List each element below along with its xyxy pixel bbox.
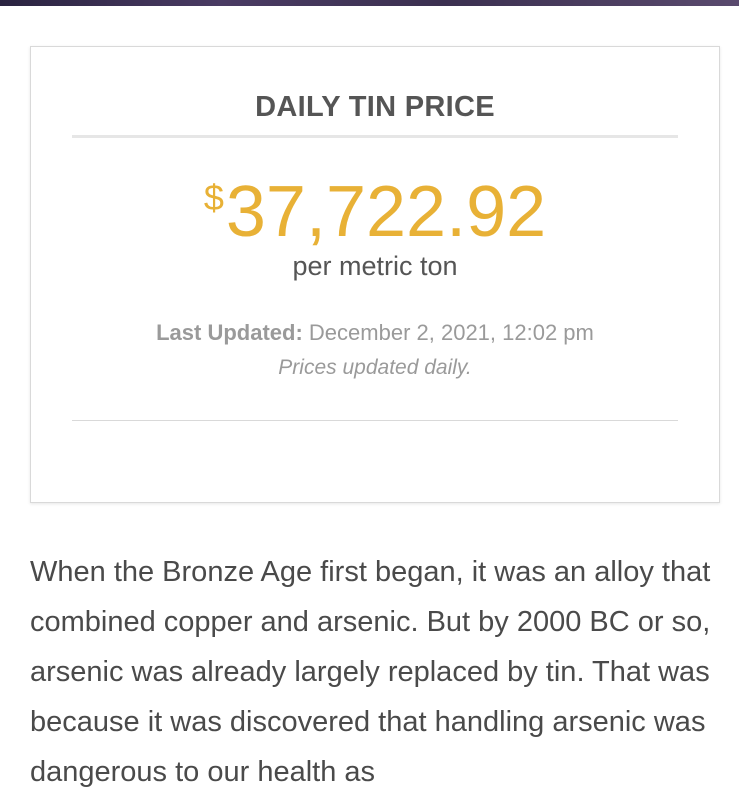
currency-symbol: $	[203, 177, 224, 218]
price-value: 37,722.92	[225, 172, 547, 252]
title-divider	[72, 135, 678, 138]
header-image-strip	[0, 0, 739, 6]
price-unit: per metric ton	[292, 251, 458, 281]
article-paragraph: When the Bronze Age first began, it was …	[30, 556, 711, 788]
last-updated: Last Updated: December 2, 2021, 12:02 pm	[31, 320, 719, 346]
price-display: $37,722.92	[31, 169, 719, 255]
widget-title: DAILY TIN PRICE	[255, 91, 495, 123]
update-note: Prices updated daily.	[278, 356, 472, 379]
tin-price-widget: DAILY TIN PRICE $37,722.92 per metric to…	[30, 46, 720, 503]
bottom-divider	[72, 420, 678, 421]
last-updated-label: Last Updated:	[156, 320, 303, 345]
last-updated-value: December 2, 2021, 12:02 pm	[308, 320, 594, 345]
